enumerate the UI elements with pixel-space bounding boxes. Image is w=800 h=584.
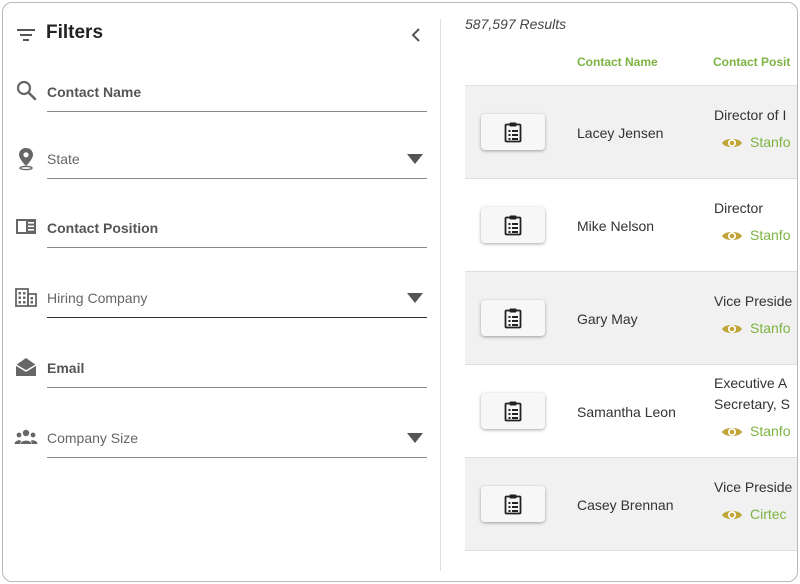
state-underline (47, 178, 427, 179)
id-card-icon (16, 219, 36, 234)
table-row: Gary May Vice Preside Stanfo (465, 272, 797, 365)
people-group-icon (14, 429, 38, 444)
clipboard-list-icon (504, 401, 522, 422)
eye-icon (722, 324, 742, 334)
clipboard-button[interactable] (481, 393, 545, 429)
contact-name-underline (47, 111, 427, 112)
search-icon (16, 80, 37, 101)
contact-position: Director (714, 200, 764, 216)
contact-name[interactable]: Samantha Leon (577, 404, 676, 420)
company-name[interactable]: Stanfo (750, 134, 790, 150)
eye-icon (722, 138, 742, 148)
company-name[interactable]: Stanfo (750, 227, 790, 243)
contact-name-field[interactable]: Contact Name (13, 70, 427, 112)
company-name[interactable]: Stanfo (750, 320, 790, 336)
eye-icon (722, 427, 742, 437)
email-label: Email (47, 360, 85, 376)
caret-down-icon[interactable] (407, 433, 423, 443)
caret-down-icon[interactable] (407, 154, 423, 164)
contact-position-underline (47, 247, 427, 248)
location-pin-icon (19, 148, 33, 171)
contact-name[interactable]: Casey Brennan (577, 497, 674, 513)
state-select[interactable]: State (13, 137, 427, 179)
clipboard-list-icon (504, 122, 522, 143)
contact-name-label: Contact Name (47, 84, 142, 100)
filter-list-icon (17, 29, 35, 41)
clipboard-button[interactable] (481, 114, 545, 150)
contact-position: Vice Preside (714, 479, 793, 495)
panel-divider (440, 19, 441, 571)
clipboard-list-icon (504, 215, 522, 236)
hiring-company-select[interactable]: Hiring Company (13, 276, 427, 318)
hiring-company-label: Hiring Company (47, 290, 148, 306)
email-field[interactable]: Email (13, 346, 427, 388)
app-frame: Filters Contact Name State Contact Posit… (2, 2, 798, 582)
contact-position-line-2: Secretary, S (714, 396, 790, 412)
contact-position: Director of I (714, 107, 787, 123)
contact-name[interactable]: Lacey Jensen (577, 125, 663, 141)
results-count: 587,597 Results (465, 16, 567, 32)
company-size-underline (47, 457, 427, 458)
contact-position: Vice Preside (714, 293, 793, 309)
company-size-label: Company Size (47, 430, 139, 446)
company-name[interactable]: Stanfo (750, 423, 790, 439)
results-panel: 587,597 Results Contact Name Contact Pos… (463, 3, 797, 581)
company-size-select[interactable]: Company Size (13, 416, 427, 458)
filters-panel: Filters Contact Name State Contact Posit… (3, 3, 440, 581)
filters-title: Filters (46, 22, 104, 43)
eye-icon (722, 510, 742, 520)
clipboard-button[interactable] (481, 486, 545, 522)
contact-position-label: Contact Position (47, 220, 159, 236)
eye-icon (722, 231, 742, 241)
email-underline (47, 387, 427, 388)
clipboard-list-icon (504, 308, 522, 329)
caret-down-icon[interactable] (407, 293, 423, 303)
envelope-open-icon (15, 358, 37, 376)
filters-header: Filters (15, 21, 435, 49)
table-row: Lacey Jensen Director of I Stanfo (465, 86, 797, 179)
chevron-left-icon[interactable] (405, 23, 427, 47)
state-label: State (47, 151, 80, 167)
clipboard-button[interactable] (481, 207, 545, 243)
column-header-contact-position[interactable]: Contact Posit (713, 55, 790, 69)
table-row: Mike Nelson Director Stanfo (465, 179, 797, 272)
hiring-company-underline (47, 316, 427, 318)
column-header-contact-name[interactable]: Contact Name (577, 55, 658, 69)
contact-name[interactable]: Mike Nelson (577, 218, 654, 234)
clipboard-button[interactable] (481, 300, 545, 336)
contact-name[interactable]: Gary May (577, 311, 638, 327)
table-row: Samantha Leon Executive A Secretary, S S… (465, 365, 797, 458)
company-name[interactable]: Cirtec (750, 506, 787, 522)
contact-position-field[interactable]: Contact Position (13, 206, 427, 248)
building-icon (15, 288, 37, 307)
clipboard-list-icon (504, 494, 522, 515)
results-table: Lacey Jensen Director of I Stanfo Mike N… (465, 86, 797, 551)
table-row: Casey Brennan Vice Preside Cirtec (465, 458, 797, 551)
contact-position: Executive A (714, 375, 788, 391)
